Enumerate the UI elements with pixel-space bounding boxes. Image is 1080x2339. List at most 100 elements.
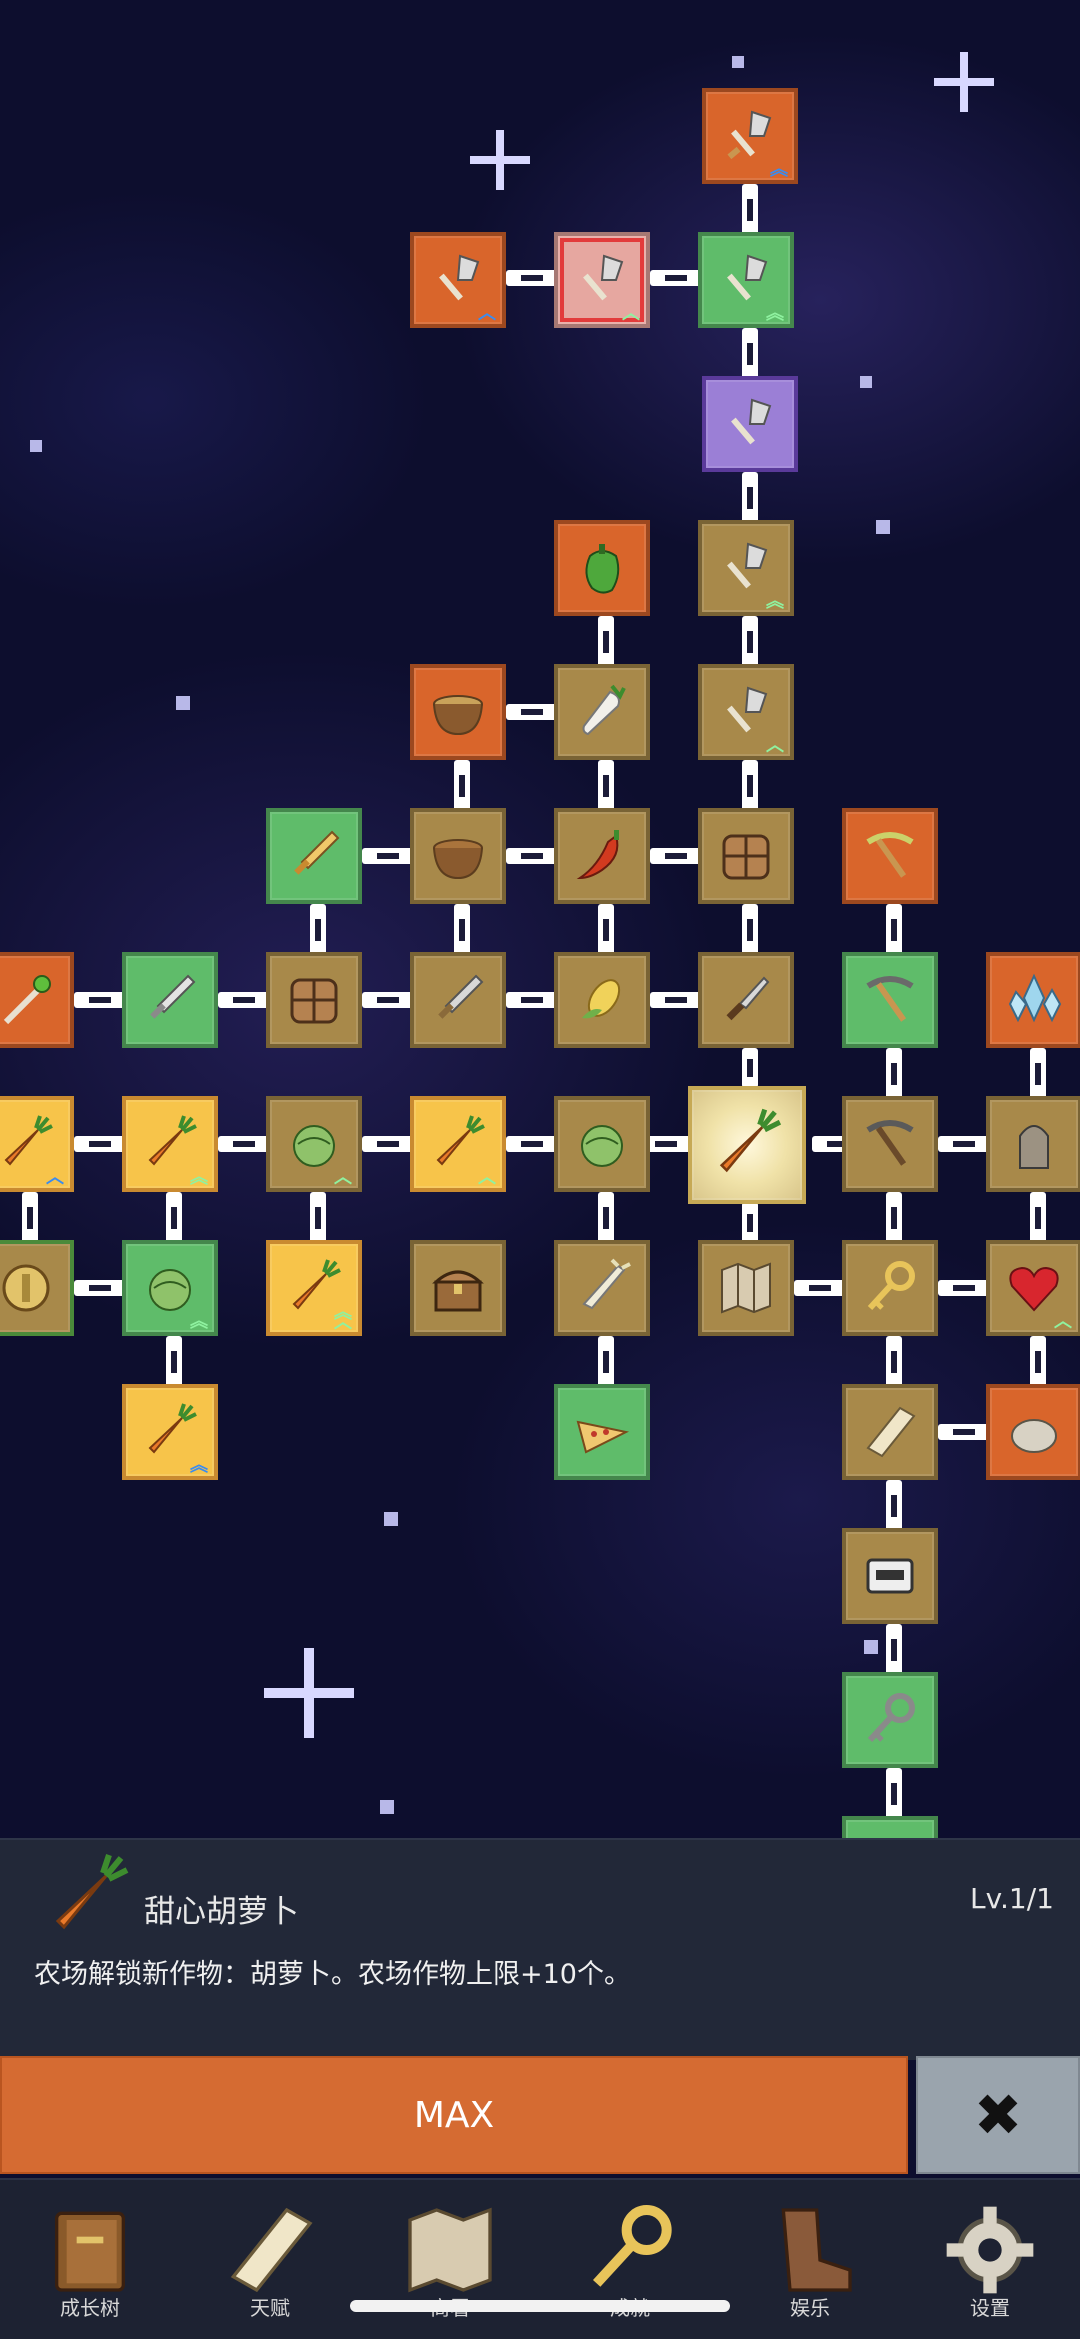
shovel-icon [727, 542, 768, 589]
boot-icon [781, 2208, 852, 2292]
max-button[interactable]: MAX [0, 2056, 908, 2174]
skill-node-cabbage[interactable] [554, 1096, 650, 1192]
skill-node-coin[interactable] [0, 1240, 74, 1336]
crate-icon [290, 978, 338, 1024]
upgrade-arrow-icon: ︽ [190, 1311, 208, 1332]
skill-node-map[interactable] [698, 1240, 794, 1336]
pickaxe-icon [866, 832, 914, 878]
carrot-icon [148, 1403, 197, 1454]
carrot-icon [4, 1115, 53, 1166]
skill-node-chest[interactable] [410, 1240, 506, 1336]
skill-node-wand[interactable] [0, 952, 74, 1048]
nav-label: 娱乐 [790, 2296, 830, 2320]
skill-node-crate[interactable] [266, 952, 362, 1048]
skill-node-knife[interactable] [698, 952, 794, 1048]
upgrade-arrow-icon: ︿ [334, 1167, 352, 1188]
skill-node-carrot[interactable]: ︿ [410, 1096, 506, 1192]
scroll-icon [230, 2207, 313, 2293]
skill-node-chili[interactable] [554, 808, 650, 904]
tree-link [598, 1336, 614, 1388]
skill-node-sword[interactable] [122, 952, 218, 1048]
tree-link [886, 1480, 902, 1532]
nav-item-achievement[interactable]: 成就 [540, 2180, 720, 2339]
nav-item-growth-tree[interactable]: 成长树 [0, 2180, 180, 2339]
nav-item-talent[interactable]: 天赋 [180, 2180, 360, 2339]
skill-node-heart[interactable]: ︿ [986, 1240, 1080, 1336]
tree-link [218, 992, 270, 1008]
upgrade-arrow-icon: ︿ [622, 303, 640, 324]
upgrade-arrow-icon: ︿ [478, 1167, 496, 1188]
tree-link [598, 1192, 614, 1244]
skill-node-shovel[interactable]: ︿ [554, 232, 650, 328]
nav-item-trade[interactable]: 商署 [360, 2180, 540, 2339]
skill-node-shovel[interactable]: ︽ [702, 88, 798, 184]
cabbage-icon [581, 1125, 623, 1167]
tree-link [650, 992, 702, 1008]
close-button[interactable]: ✖ [916, 2056, 1080, 2174]
tree-link [598, 904, 614, 956]
skill-node-glove[interactable] [842, 1816, 938, 1840]
skill-node-leek[interactable] [554, 1240, 650, 1336]
corn-icon [582, 979, 621, 1019]
tree-link [742, 760, 758, 812]
skill-node-scroll[interactable] [842, 1384, 938, 1480]
key-icon [867, 1261, 915, 1311]
pizza-icon [576, 1420, 630, 1454]
skill-node-key[interactable] [842, 1672, 938, 1768]
skill-node-carrot[interactable]: ︽ [122, 1384, 218, 1480]
skill-node-pizza[interactable] [554, 1384, 650, 1480]
skill-node-bowl[interactable] [410, 808, 506, 904]
skill-node-carrot-current[interactable] [688, 1086, 806, 1204]
tree-link [742, 1048, 758, 1088]
nav-item-entertainment[interactable]: 娱乐 [720, 2180, 900, 2339]
tree-link [1030, 1336, 1046, 1388]
skill-node-carrot[interactable]: ︽ ︿ [266, 1240, 362, 1336]
skill-node-statue[interactable] [986, 1096, 1080, 1192]
skill-node-shovel[interactable]: ︽ [698, 520, 794, 616]
skill-node-sword[interactable] [266, 808, 362, 904]
skill-node-shovel[interactable] [702, 376, 798, 472]
tree-link [506, 992, 558, 1008]
skill-node-key[interactable] [842, 1240, 938, 1336]
tree-link [362, 992, 414, 1008]
shovel-icon [439, 254, 480, 301]
tree-link [742, 1202, 758, 1244]
leek-icon [582, 1258, 631, 1310]
skill-node-carrot[interactable]: ︿ [0, 1096, 74, 1192]
skill-node-cassette[interactable] [842, 1528, 938, 1624]
tree-link [454, 760, 470, 812]
skill-node-corn[interactable] [554, 952, 650, 1048]
shovel-icon [727, 686, 768, 733]
skill-node-crate[interactable] [698, 808, 794, 904]
skill-node-sword[interactable] [410, 952, 506, 1048]
skill-node-shovel[interactable]: ︿ [698, 664, 794, 760]
tree-link [886, 1768, 902, 1820]
tree-link [742, 184, 758, 236]
skill-node-radish[interactable] [554, 664, 650, 760]
home-indicator[interactable] [350, 2300, 730, 2312]
tree-link [886, 1192, 902, 1244]
nav-item-settings[interactable]: 设置 [900, 2180, 1080, 2339]
skill-node-stone[interactable] [986, 1384, 1080, 1480]
skill-tree[interactable]: ︽ ︿ ︿ ︽ ︽ ︿ ︿ ︽ ︿ ︿ ︽ ︽ ︿ ︿ ︽ [0, 0, 1080, 1840]
gear-icon [946, 2206, 1034, 2294]
tree-link [886, 1624, 902, 1676]
pickaxe-icon [866, 976, 914, 1022]
skill-node-carrot[interactable]: ︽ [122, 1096, 218, 1192]
skill-node-crystal[interactable] [986, 952, 1080, 1048]
tree-link [506, 704, 558, 720]
skill-node-pickaxe[interactable] [842, 952, 938, 1048]
skill-node-pepper[interactable] [554, 520, 650, 616]
carrot-icon [436, 1115, 485, 1166]
crate-icon [722, 834, 770, 880]
skill-node-cabbage[interactable]: ︿ [266, 1096, 362, 1192]
skill-node-bowl[interactable] [410, 664, 506, 760]
skill-node-shovel[interactable]: ︿ [410, 232, 506, 328]
tree-link [794, 1280, 846, 1296]
skill-node-cabbage[interactable]: ︽ [122, 1240, 218, 1336]
skill-node-shovel[interactable]: ︽ [698, 232, 794, 328]
bottom-nav: 成长树 天赋 商署 成就 娱乐 设置 [0, 2178, 1080, 2339]
map-icon [721, 1262, 771, 1314]
skill-node-pickaxe[interactable] [842, 1096, 938, 1192]
skill-node-pickaxe[interactable] [842, 808, 938, 904]
